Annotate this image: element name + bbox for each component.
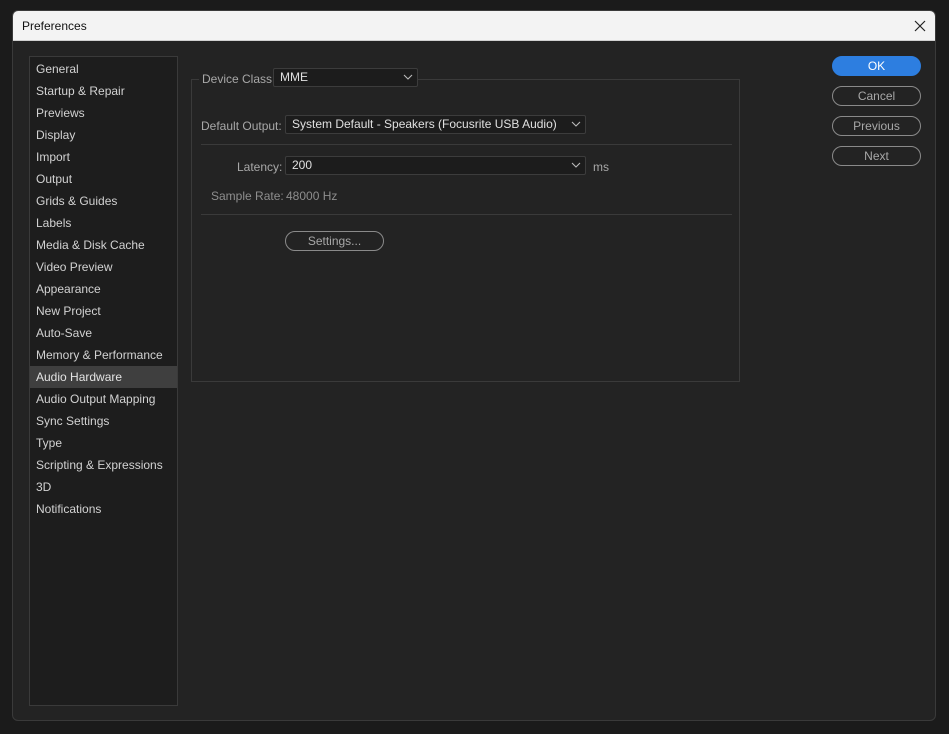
sidebar-item-labels[interactable]: Labels — [30, 212, 177, 234]
title-bar: Preferences — [13, 11, 935, 41]
section-divider — [201, 144, 732, 145]
close-button[interactable] — [905, 11, 935, 40]
sidebar-item-import[interactable]: Import — [30, 146, 177, 168]
sidebar-item-auto-save[interactable]: Auto-Save — [30, 322, 177, 344]
preferences-dialog: Preferences General Startup & Repair Pre… — [12, 10, 936, 721]
sidebar-item-media-disk-cache[interactable]: Media & Disk Cache — [30, 234, 177, 256]
sidebar-item-type[interactable]: Type — [30, 432, 177, 454]
chevron-down-icon — [403, 74, 413, 80]
close-icon — [914, 20, 926, 31]
sidebar-item-new-project[interactable]: New Project — [30, 300, 177, 322]
default-output-label: Default Output: — [201, 119, 282, 133]
settings-button[interactable]: Settings... — [285, 231, 384, 251]
default-output-dropdown[interactable]: System Default - Speakers (Focusrite USB… — [285, 115, 586, 134]
sidebar-item-output[interactable]: Output — [30, 168, 177, 190]
sidebar-item-audio-output-mapping[interactable]: Audio Output Mapping — [30, 388, 177, 410]
default-output-value: System Default - Speakers (Focusrite USB… — [292, 117, 557, 131]
sidebar-item-notifications[interactable]: Notifications — [30, 498, 177, 520]
cancel-button[interactable]: Cancel — [832, 86, 921, 106]
sidebar-item-3d[interactable]: 3D — [30, 476, 177, 498]
sidebar-item-video-preview[interactable]: Video Preview — [30, 256, 177, 278]
window-title: Preferences — [22, 19, 87, 33]
preferences-sidebar: General Startup & Repair Previews Displa… — [29, 56, 178, 706]
sidebar-item-startup-repair[interactable]: Startup & Repair — [30, 80, 177, 102]
previous-button[interactable]: Previous — [832, 116, 921, 136]
section-divider — [201, 214, 732, 215]
sample-rate-value: 48000 Hz — [286, 189, 338, 203]
latency-value: 200 — [292, 158, 313, 172]
ok-button[interactable]: OK — [832, 56, 921, 76]
sidebar-item-scripting-expressions[interactable]: Scripting & Expressions — [30, 454, 177, 476]
sidebar-item-grids-guides[interactable]: Grids & Guides — [30, 190, 177, 212]
chevron-down-icon — [571, 162, 581, 168]
sidebar-item-display[interactable]: Display — [30, 124, 177, 146]
sidebar-item-sync-settings[interactable]: Sync Settings — [30, 410, 177, 432]
sidebar-item-memory-performance[interactable]: Memory & Performance — [30, 344, 177, 366]
device-class-label: Device Class: — [199, 72, 279, 86]
sidebar-item-appearance[interactable]: Appearance — [30, 278, 177, 300]
device-class-dropdown[interactable]: MME — [273, 68, 418, 87]
latency-dropdown[interactable]: 200 — [285, 156, 586, 175]
device-class-value: MME — [280, 70, 308, 84]
sample-rate-label: Sample Rate: — [211, 189, 284, 203]
latency-unit: ms — [593, 160, 609, 174]
sidebar-item-audio-hardware[interactable]: Audio Hardware — [30, 366, 177, 388]
next-button[interactable]: Next — [832, 146, 921, 166]
sidebar-item-general[interactable]: General — [30, 58, 177, 80]
chevron-down-icon — [571, 121, 581, 127]
sidebar-list: General Startup & Repair Previews Displa… — [30, 58, 177, 520]
sidebar-item-previews[interactable]: Previews — [30, 102, 177, 124]
latency-label: Latency: — [237, 160, 283, 174]
